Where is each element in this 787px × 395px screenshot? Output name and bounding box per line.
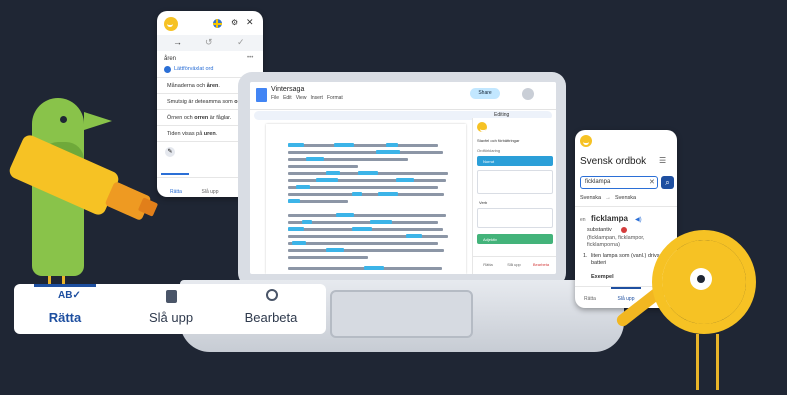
nav-label: Rätta <box>48 310 82 325</box>
clear-icon[interactable]: ✕ <box>649 178 655 186</box>
magnifier-leg <box>716 334 719 390</box>
menu-file[interactable]: File <box>271 95 279 101</box>
magnifier-pupil <box>697 275 705 283</box>
accept-check-icon[interactable]: ✓ <box>237 37 245 48</box>
avatar[interactable] <box>522 88 534 100</box>
settings-gear-icon[interactable]: ⚙ <box>231 18 238 27</box>
undo-icon[interactable]: ↺ <box>205 37 213 48</box>
nav-label: Bearbeta <box>244 310 298 325</box>
flagged-word: åren <box>164 56 177 62</box>
tab-ratta[interactable]: Rätta <box>577 296 603 302</box>
spellcheck-icon: AB✓ <box>58 290 81 301</box>
feedback-icon[interactable]: ✎ <box>165 147 175 157</box>
suggestion-row[interactable]: Örnen och orren är fåglar. <box>167 115 231 121</box>
lang-to-select[interactable]: Svenska <box>615 195 636 201</box>
suggestion-box[interactable] <box>477 208 553 228</box>
swedish-flag-icon[interactable] <box>213 19 222 28</box>
tab-bearbeta[interactable]: Bearbeta <box>527 262 555 267</box>
sidebar-item[interactable]: Verb <box>479 200 487 205</box>
doc-menu: File Edit View Insert Format <box>271 95 343 101</box>
headword: ficklampa <box>591 214 628 223</box>
nav-ratta[interactable]: AB✓ Rätta <box>20 290 110 325</box>
magnify-text-icon <box>266 289 278 301</box>
gender-dot <box>621 227 627 233</box>
suggestion-row[interactable]: Smutsig är deteamma som o <box>167 99 238 105</box>
suggestion-label: Lättförväxlat ord <box>174 66 214 72</box>
swap-arrow-icon[interactable]: → <box>605 195 611 201</box>
doc-header: Vintersaga File Edit View Insert Format … <box>250 82 556 110</box>
sidebar-green-card[interactable]: Adjektiv <box>477 234 553 244</box>
tab-sla-upp[interactable]: Slå upp <box>501 262 527 267</box>
part-of-speech: substantiv <box>587 227 612 233</box>
sense-number: 1. <box>583 253 588 259</box>
lang-from-select[interactable]: Svenska <box>580 195 601 201</box>
suggestion-box[interactable] <box>477 170 553 194</box>
menu-format[interactable]: Format <box>327 95 343 101</box>
bottom-nav: AB✓ Rätta Slå upp Bearbeta <box>14 284 326 334</box>
suggestion-row[interactable]: Tiden visas på uren. <box>167 131 217 137</box>
tab-ratta[interactable]: Rätta <box>475 262 501 267</box>
search-input[interactable]: ficklampa ✕ <box>580 176 658 189</box>
app-logo-icon <box>580 135 592 147</box>
bird-beak <box>84 112 112 130</box>
app-logo-icon <box>164 17 178 31</box>
sidebar-active-card[interactable]: Norrut <box>477 156 553 166</box>
menu-icon[interactable]: ☰ <box>659 156 666 165</box>
book-icon <box>166 290 177 303</box>
sidebar-heading: Stavfel och förbättringar <box>477 138 520 143</box>
sidebar-item[interactable]: Ordförklaring <box>477 148 500 153</box>
nav-sla-upp[interactable]: Slå upp <box>126 290 216 325</box>
example-label[interactable]: Exempel <box>591 274 614 280</box>
nav-label: Slå upp <box>148 310 194 325</box>
action-bar: → ↺ ✓ <box>157 35 263 51</box>
nav-bearbeta[interactable]: Bearbeta <box>226 289 316 325</box>
tab-ratta[interactable]: Rätta <box>163 189 189 195</box>
laptop-screen: Vintersaga File Edit View Insert Format … <box>250 82 556 274</box>
dictionary-title: Svensk ordbok <box>580 156 647 167</box>
forward-arrow-icon[interactable]: → <box>173 37 182 47</box>
info-icon <box>164 66 171 73</box>
active-tab-indicator <box>34 284 96 287</box>
tab-sla-upp[interactable]: Slå upp <box>195 189 225 195</box>
laptop-trackpad <box>330 290 473 338</box>
grammar-sidebar: Stavfel och förbättringar Ordförklaring … <box>472 118 556 274</box>
search-button[interactable]: ⌕ <box>661 176 674 189</box>
share-button[interactable]: Share <box>470 88 500 99</box>
docs-icon <box>256 88 267 102</box>
close-icon[interactable]: ✕ <box>246 17 254 28</box>
menu-edit[interactable]: Edit <box>283 95 292 101</box>
menu-insert[interactable]: Insert <box>310 95 323 101</box>
suggestion-row[interactable]: Månaderna och åren. <box>167 83 220 89</box>
more-options-icon[interactable]: ••• <box>247 55 253 61</box>
entry-article: en <box>580 217 586 223</box>
speaker-icon[interactable]: ◀) <box>635 216 642 223</box>
menu-view[interactable]: View <box>296 95 307 101</box>
bird-eye <box>60 116 67 123</box>
magnifier-leg <box>696 334 699 390</box>
document-page[interactable] <box>266 124 466 274</box>
doc-title[interactable]: Vintersaga <box>271 86 304 93</box>
inflections: (ficklampan, ficklampor, ficklamporna) <box>587 235 645 248</box>
app-logo-icon <box>477 122 487 132</box>
